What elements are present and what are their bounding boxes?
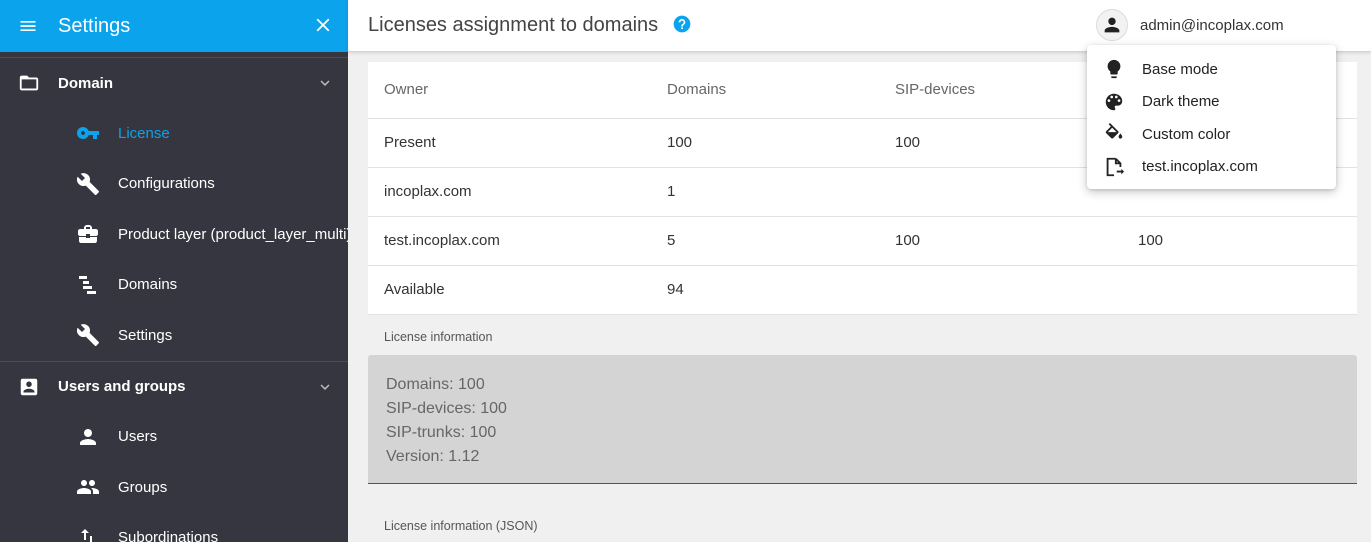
table-cell: Available: [368, 265, 651, 315]
menu-item-label: Dark theme: [1142, 93, 1220, 111]
license-info-field[interactable]: Domains: 100 SIP-devices: 100 SIP-trunks…: [368, 355, 1357, 484]
sidebar-item-label: Groups: [118, 478, 168, 496]
menu-item-label: Custom color: [1142, 125, 1231, 143]
license-info-label: License information: [384, 330, 493, 344]
sidebar-item-label: Subordinations: [118, 529, 219, 542]
contact-card-icon: [20, 378, 38, 395]
table-cell: 100: [1122, 216, 1357, 266]
sidebar-section-domain[interactable]: Domain: [0, 58, 348, 108]
folder-icon: [19, 75, 39, 91]
sidebar-item-label: License: [118, 124, 170, 142]
table-cell: 100: [879, 216, 1122, 266]
table-cell: 5: [651, 216, 879, 266]
sidebar-header: Settings: [0, 0, 348, 52]
sidebar-item-domains[interactable]: Domains: [0, 260, 348, 311]
table-row[interactable]: test.incoplax.com 5 100 100: [368, 216, 1357, 266]
sidebar: Settings Domain License Configurations P…: [0, 0, 348, 542]
key-icon: [77, 127, 99, 140]
column-header[interactable]: SIP-devices: [879, 62, 1122, 119]
wrench-icon: [76, 172, 99, 195]
table-cell: [1122, 265, 1357, 315]
app-root: Settings Domain License Configurations P…: [0, 0, 1371, 542]
paint-bucket-icon: [1104, 123, 1124, 145]
column-header[interactable]: Domains: [651, 62, 879, 119]
license-info-line: Version: 1.12: [386, 448, 480, 465]
person-icon: [1104, 17, 1120, 33]
close-icon[interactable]: [312, 14, 334, 36]
sidebar-item-label: Product layer (product_layer_multi): [118, 225, 348, 243]
user-name: admin@incoplax.com: [1140, 16, 1284, 34]
briefcase-icon: [78, 225, 98, 244]
page-title: Licenses assignment to domains: [368, 14, 659, 36]
table-cell: 94: [651, 265, 879, 315]
chevron-down-icon[interactable]: [316, 74, 334, 92]
column-header[interactable]: Owner: [368, 62, 651, 119]
menu-icon[interactable]: [18, 16, 38, 36]
license-info-line: Domains: 100: [386, 376, 485, 393]
sidebar-item-label: Configurations: [118, 175, 215, 193]
lightbulb-icon: [1107, 60, 1121, 79]
avatar: [1096, 9, 1128, 41]
wrench-icon: [76, 324, 99, 347]
sidebar-item-groups[interactable]: Groups: [0, 462, 348, 513]
sidebar-item-license[interactable]: License: [0, 108, 348, 159]
menu-item-label: Base mode: [1142, 60, 1218, 78]
license-info-line: SIP-devices: 100: [386, 400, 507, 417]
help-icon[interactable]: [672, 14, 692, 34]
table-cell: Present: [368, 118, 651, 168]
sidebar-section-users-groups[interactable]: Users and groups: [0, 362, 348, 412]
domain-export-icon: [1106, 157, 1125, 176]
sidebar-item-label: Users: [118, 428, 158, 446]
table-cell: [879, 167, 1122, 217]
user-menu-button[interactable]: admin@incoplax.com: [1096, 9, 1284, 41]
license-info-line: SIP-trunks: 100: [386, 424, 497, 441]
menu-item-base-mode[interactable]: Base mode: [1087, 53, 1336, 86]
table-cell: test.incoplax.com: [368, 216, 651, 266]
sidebar-item-label: Settings: [118, 326, 173, 344]
chevron-down-icon[interactable]: [316, 378, 334, 396]
table-cell: incoplax.com: [368, 167, 651, 217]
table-cell: [879, 265, 1122, 315]
tree-icon: [79, 275, 96, 294]
table-cell: 100: [651, 118, 879, 168]
table-cell: 1: [651, 167, 879, 217]
menu-item-custom-color[interactable]: Custom color: [1087, 118, 1336, 151]
menu-item-dark-theme[interactable]: Dark theme: [1087, 86, 1336, 119]
sort-arrows-icon: [81, 528, 92, 542]
sidebar-item-users[interactable]: Users: [0, 412, 348, 463]
sidebar-item-subordinations[interactable]: Subordinations: [0, 513, 348, 542]
sidebar-item-settings[interactable]: Settings: [0, 310, 348, 361]
user-dropdown-menu: Base mode Dark theme Custom color test.i…: [1087, 45, 1336, 189]
group-icon: [77, 480, 99, 495]
sidebar-section-label: Users and groups: [58, 378, 186, 395]
menu-item-domain[interactable]: test.incoplax.com: [1087, 151, 1336, 184]
sidebar-item-product-layer[interactable]: Product layer (product_layer_multi): [0, 209, 348, 260]
person-icon: [80, 428, 96, 445]
sidebar-item-configurations[interactable]: Configurations: [0, 159, 348, 210]
table-row[interactable]: Available 94: [368, 265, 1357, 315]
sidebar-item-label: Domains: [118, 276, 178, 294]
menu-item-label: test.incoplax.com: [1142, 158, 1258, 176]
palette-icon: [1105, 93, 1123, 110]
table-cell: 100: [879, 118, 1122, 168]
sidebar-section-label: Domain: [58, 74, 114, 92]
sidebar-title: Settings: [58, 14, 131, 37]
license-json-label: License information (JSON): [384, 519, 538, 533]
